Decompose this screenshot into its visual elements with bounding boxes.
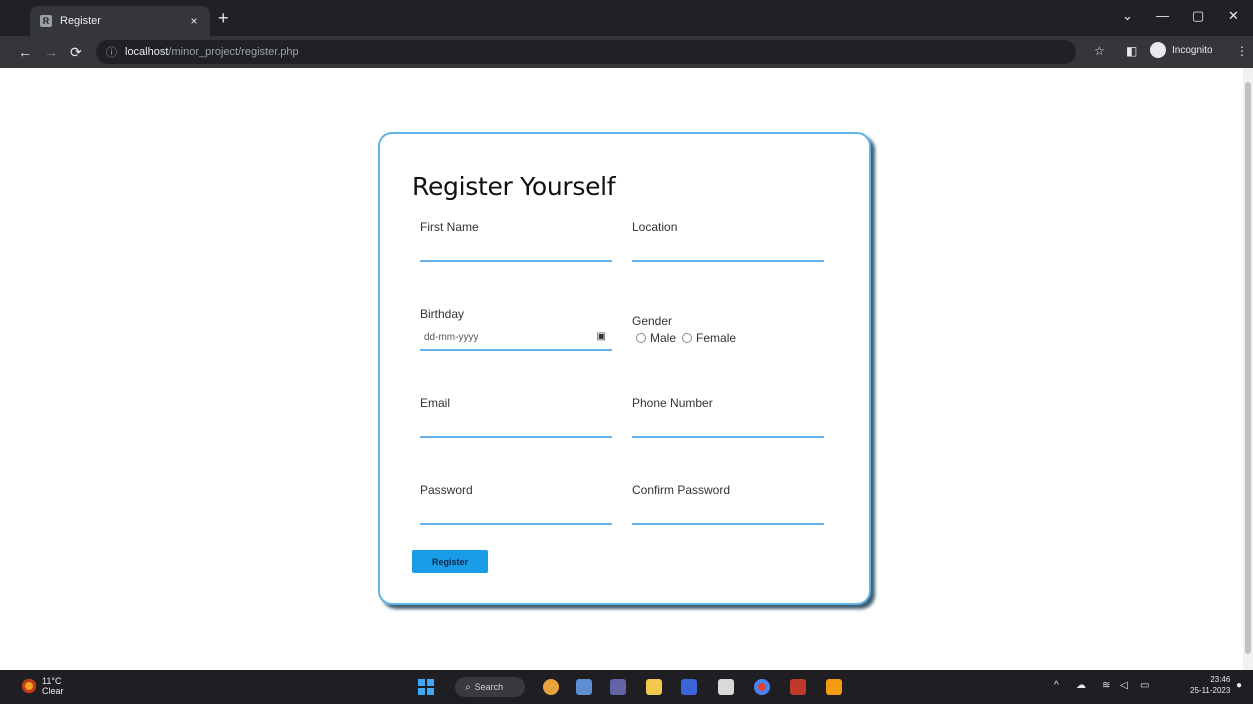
location-underline: [632, 260, 824, 262]
gender-female-radio[interactable]: [682, 333, 693, 343]
menu-kebab-icon[interactable]: ⋮: [1236, 44, 1248, 58]
gender-male-label[interactable]: Male: [650, 331, 676, 345]
start-windows-icon[interactable]: [418, 679, 434, 695]
location-input[interactable]: [632, 240, 826, 262]
teams-icon[interactable]: [610, 679, 626, 695]
browser-tab-bar: R Register × + ⌄ — ▢ ✕: [0, 0, 1253, 36]
confirm-password-label: Confirm Password: [632, 483, 731, 497]
url-host: localhost: [125, 46, 169, 58]
tab-search-chevron-icon[interactable]: ⌄: [1122, 8, 1133, 24]
app-orange-icon[interactable]: [826, 679, 842, 695]
side-panel-icon[interactable]: ◧: [1126, 44, 1137, 58]
back-arrow-icon[interactable]: ←: [18, 43, 32, 61]
password-underline: [420, 523, 612, 525]
birthday-placeholder: dd-mm-yyyy: [424, 332, 479, 343]
first-name-input[interactable]: [420, 240, 614, 262]
confirm-password-underline: [632, 523, 824, 525]
reload-icon[interactable]: ⟳: [70, 43, 82, 61]
first-name-underline: [420, 260, 612, 262]
weather-temp: 11°C: [42, 676, 62, 686]
register-card: Register Yourself First Name Location Bi…: [378, 132, 871, 605]
search-icon: ⌕: [465, 681, 471, 693]
forward-arrow-icon[interactable]: →: [44, 43, 58, 61]
gender-label: Gender: [632, 314, 673, 328]
system-clock[interactable]: 23:46 25-11-2023: [1190, 674, 1230, 696]
email-label: Email: [420, 396, 451, 410]
page-scrollbar[interactable]: [1243, 68, 1253, 670]
clock-date: 25-11-2023: [1190, 686, 1231, 695]
notification-bell-icon[interactable]: ●: [1236, 680, 1242, 691]
gender-options: Male Female: [636, 331, 736, 345]
taskbar-search[interactable]: ⌕ Search: [455, 677, 525, 697]
email-group: Email: [420, 396, 614, 438]
clock-time: 23:46: [1210, 675, 1231, 684]
browser-tab[interactable]: R Register ×: [30, 6, 210, 36]
gender-group: Gender Male Female: [632, 314, 824, 354]
profile-incognito[interactable]: Incognito: [1150, 42, 1213, 58]
profile-label: Incognito: [1172, 44, 1213, 56]
password-label: Password: [420, 483, 473, 497]
tray-chevron-icon[interactable]: ^: [1054, 680, 1059, 691]
confirm-password-group: Confirm Password: [632, 483, 826, 525]
phone-underline: [632, 436, 824, 438]
window-close-button[interactable]: ✕: [1228, 8, 1239, 24]
weather-icon: [22, 679, 36, 693]
page-favicon-icon: R: [40, 15, 52, 27]
incognito-icon: [1150, 42, 1166, 58]
window-minimize-button[interactable]: —: [1156, 8, 1169, 23]
onedrive-cloud-icon[interactable]: ☁: [1076, 680, 1086, 691]
address-bar[interactable]: ⓘ localhost /minor_project/register.php: [96, 40, 1076, 64]
tab-title: Register: [60, 15, 101, 27]
site-info-icon[interactable]: ⓘ: [106, 44, 117, 60]
new-tab-button[interactable]: +: [218, 9, 229, 27]
copilot-icon[interactable]: [543, 679, 559, 695]
file-explorer-icon[interactable]: [646, 679, 662, 695]
taskbar-search-label: Search: [474, 682, 504, 692]
weather-desc: Clear: [42, 686, 64, 696]
password-group: Password: [420, 483, 614, 525]
email-input[interactable]: [420, 416, 614, 438]
calendar-icon[interactable]: ▣: [597, 331, 606, 342]
xampp-icon[interactable]: [790, 679, 806, 695]
app-icon[interactable]: [718, 679, 734, 695]
birthday-underline: [420, 349, 612, 351]
gender-female-label[interactable]: Female: [696, 331, 736, 345]
phone-group: Phone Number: [632, 396, 826, 438]
bookmark-star-icon[interactable]: ☆: [1094, 44, 1105, 58]
url-path: /minor_project/register.php: [168, 46, 299, 58]
birthday-group: Birthday dd-mm-yyyy ▣: [420, 307, 612, 351]
confirm-password-input[interactable]: [632, 503, 826, 525]
location-group: Location: [632, 220, 826, 262]
scrollbar-thumb[interactable]: [1245, 82, 1251, 654]
tab-close-icon[interactable]: ×: [186, 14, 202, 28]
register-button[interactable]: Register: [412, 550, 488, 573]
window-restore-button[interactable]: ▢: [1192, 8, 1204, 24]
chrome-icon[interactable]: [754, 679, 770, 695]
first-name-label: First Name: [420, 220, 479, 234]
browser-toolbar: ← → ⟳ ⓘ localhost /minor_project/registe…: [0, 36, 1253, 68]
phone-input[interactable]: [632, 416, 826, 438]
birthday-date-input[interactable]: dd-mm-yyyy ▣: [420, 328, 612, 348]
phone-label: Phone Number: [632, 396, 713, 410]
birthday-label: Birthday: [420, 307, 465, 321]
first-name-group: First Name: [420, 220, 614, 262]
vscode-icon[interactable]: [681, 679, 697, 695]
weather-widget[interactable]: 11°C Clear: [22, 676, 64, 696]
password-input[interactable]: [420, 503, 614, 525]
email-underline: [420, 436, 612, 438]
gender-male-radio[interactable]: [636, 333, 646, 343]
wifi-icon[interactable]: ≋: [1102, 680, 1110, 691]
page-title: Register Yourself: [412, 172, 616, 201]
task-view-icon[interactable]: [576, 679, 592, 695]
speaker-icon[interactable]: ◁: [1120, 680, 1128, 691]
location-label: Location: [632, 220, 678, 234]
battery-icon[interactable]: ▭: [1140, 680, 1149, 691]
windows-taskbar: 11°C Clear ⌕ Search ^ ☁ ≋ ◁ ▭ 23:46 25-1…: [0, 670, 1253, 704]
